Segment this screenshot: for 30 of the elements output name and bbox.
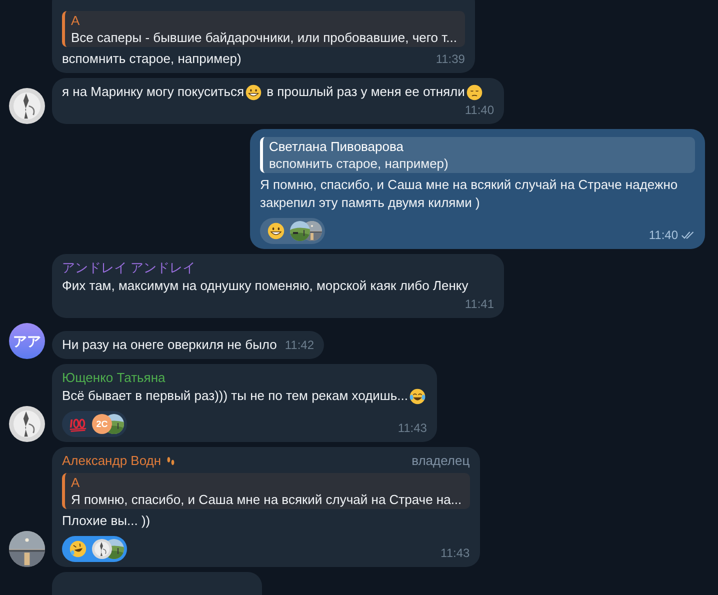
message-time: 11:42 (284, 337, 314, 354)
message-time: 11:40 (464, 102, 494, 119)
message-text: Ни разу на онеге оверкиля не было (62, 336, 277, 354)
reply-text: вспомнить старое, например) (269, 155, 450, 172)
reply-author: А (71, 12, 81, 29)
reply-text: Все саперы - бывшие байдарочники, или пробовавшие, чего т... (71, 29, 457, 46)
reply-quote[interactable]: А Я помню, спасибо, и Саша мне на всякий случай на Страче на... (62, 473, 470, 509)
reply-quote[interactable]: А Все саперы - бывшие байдарочники, или пробовавшие, чего т... (62, 11, 465, 47)
message-text: Фих там, максимум на однушку поменяю, морской каяк либо Ленку (62, 277, 468, 295)
role-label: владелец (410, 452, 470, 470)
message-text: Я помню, спасибо, и Саша мне на всякий случай на Страче надежно закрепил эту память двумя килями ) (260, 176, 679, 212)
message-time: 11:43 (440, 545, 470, 562)
avatar: アア (9, 323, 45, 359)
message-time: 11:40 (568, 226, 695, 244)
sender-name[interactable]: アンドレイ アンドレイ (62, 259, 196, 277)
message-time: 11:43 (396, 420, 427, 437)
reply-author: А (71, 474, 81, 491)
reply-quote[interactable]: Светлана Пивоварова вспомнить старое, например) (260, 137, 695, 173)
message-text: в прошлый раз у меня ее отняли (266, 83, 465, 101)
message-text: Плохие вы... )) (62, 512, 150, 530)
message-text: Всё бывает в первый раз))) ты не по тем рекам ходишь... (62, 387, 408, 405)
message-time: 11:41 (464, 296, 494, 313)
reply-author: Светлана Пивоварова (269, 138, 404, 155)
avatar: 2C (92, 414, 112, 434)
message-time: 11:39 (434, 51, 465, 68)
message-text: я на Маринку могу покуситься (62, 83, 244, 101)
reply-text: Я помню, спасибо, и Саша мне на всякий случай на Страче на... (71, 491, 462, 508)
sender-name[interactable]: Ющенко Татьяна (62, 369, 166, 387)
sender-name[interactable]: Александр Водн (62, 452, 162, 470)
message-text: вспомнить старое, например) (62, 50, 242, 68)
